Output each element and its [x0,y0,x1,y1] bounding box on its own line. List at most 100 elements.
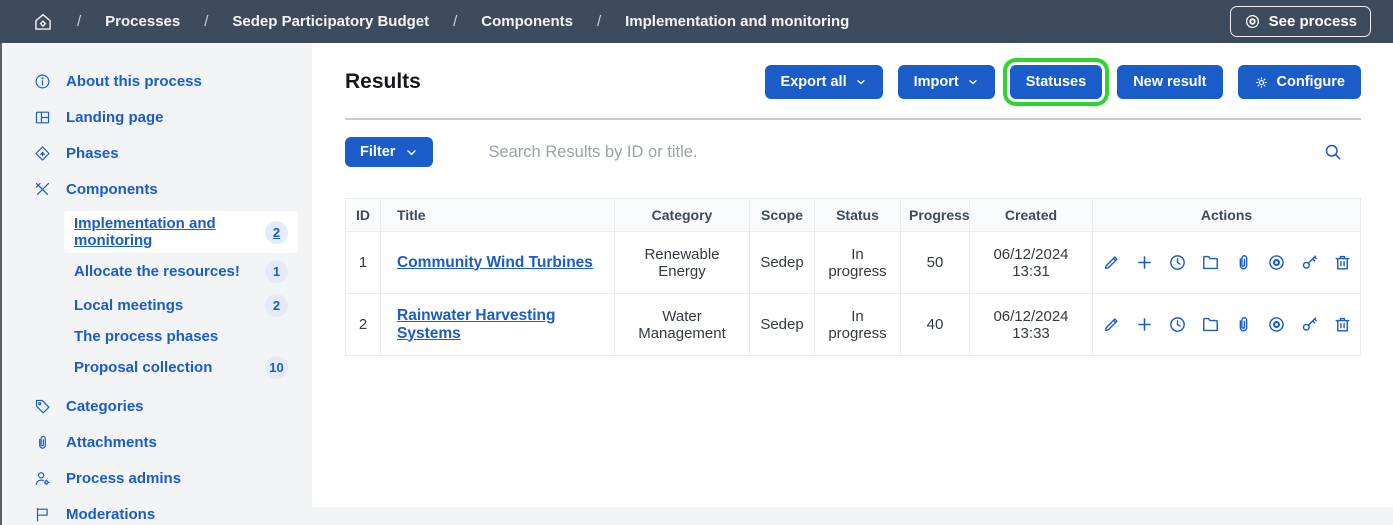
breadcrumb-components[interactable]: Components [481,13,573,30]
sidebar-item-about[interactable]: About this process [34,65,298,98]
breadcrumb-separator: / [77,13,81,30]
subitem-label: Implementation and monitoring [74,215,265,249]
cell-created: 06/12/2024 13:31 [970,232,1093,294]
count-badge: 2 [265,221,288,244]
attachments-icon[interactable] [1234,253,1253,272]
history-clock-icon[interactable] [1168,315,1187,334]
sidebar-item-components[interactable]: Components [34,173,298,206]
count-badge: 1 [265,260,288,283]
cell-id: 2 [346,294,381,356]
breadcrumb-separator: / [453,13,457,30]
results-table: ID Title Category Scope Status Progress … [345,198,1361,356]
column-header-title: Title [381,199,615,232]
sidebar-item-moderations[interactable]: Moderations [34,498,298,525]
filter-button[interactable]: Filter [345,137,433,167]
result-title-link[interactable]: Community Wind Turbines [397,254,593,271]
sidebar-item-label: Phases [66,145,119,162]
edit-icon[interactable] [1102,315,1121,334]
preview-eye-icon[interactable] [1267,253,1286,272]
sidebar-item-landing-page[interactable]: Landing page [34,101,298,134]
cell-progress: 50 [901,232,970,294]
permissions-key-icon[interactable] [1300,253,1319,272]
table-row: 1 Community Wind Turbines Renewable Ener… [346,232,1361,294]
sidebar-subitem-implementation-and-monitoring[interactable]: Implementation and monitoring 2 [64,211,298,253]
delete-trash-icon[interactable] [1333,253,1352,272]
cell-category: Water Management [615,294,750,356]
subitem-label: The process phases [74,328,218,345]
add-icon[interactable] [1135,315,1154,334]
layout-icon [34,109,52,126]
statuses-label: Statuses [1026,74,1086,90]
cell-scope: Sedep [750,232,815,294]
sidebar-item-label: Moderations [66,506,155,523]
sidebar-item-label: Attachments [66,434,157,451]
sidebar-item-process-admins[interactable]: Process admins [34,462,298,495]
cell-status: In progress [815,294,901,356]
table-row: 2 Rainwater Harvesting Systems Water Man… [346,294,1361,356]
flag-icon [34,506,52,523]
components-subitems: Implementation and monitoring 2 Allocate… [34,209,298,390]
sidebar-item-attachments[interactable]: Attachments [34,426,298,459]
sidebar-subitem-local-meetings[interactable]: Local meetings 2 [64,290,298,321]
search-icon[interactable] [1323,142,1343,162]
cell-category: Renewable Energy [615,232,750,294]
sidebar-subitem-allocate-the-resources[interactable]: Allocate the resources! 1 [64,256,298,287]
permissions-key-icon[interactable] [1300,315,1319,334]
column-header-actions: Actions [1093,199,1361,232]
preview-eye-icon[interactable] [1267,315,1286,334]
main-panel: Results Export all Import [312,43,1393,507]
sidebar-item-label: Landing page [66,109,164,126]
breadcrumb-current-component[interactable]: Implementation and monitoring [625,13,849,30]
gear-icon [1254,75,1269,90]
cell-progress: 40 [901,294,970,356]
add-icon[interactable] [1135,253,1154,272]
tag-icon [34,398,52,415]
sidebar-item-phases[interactable]: Phases [34,137,298,170]
chevron-down-icon [405,146,418,159]
topbar: / Processes / Sedep Participatory Budget… [0,0,1393,43]
row-actions [1101,315,1352,334]
sidebar-subitem-proposal-collection[interactable]: Proposal collection 10 [64,352,298,383]
chevron-down-icon [855,76,867,88]
cell-status: In progress [815,232,901,294]
home-gear-icon[interactable] [33,12,53,32]
count-badge: 2 [265,294,288,317]
result-title-link[interactable]: Rainwater Harvesting Systems [397,307,556,342]
export-all-button[interactable]: Export all [765,65,883,99]
user-gear-icon [34,470,52,487]
phases-route-icon [34,145,52,162]
page: / Processes / Sedep Participatory Budget… [0,0,1393,525]
column-header-progress: Progress [901,199,970,232]
breadcrumb-separator: / [204,13,208,30]
import-label: Import [914,74,959,90]
breadcrumb-separator: / [597,13,601,30]
history-clock-icon[interactable] [1168,253,1187,272]
sidebar-subitem-the-process-phases[interactable]: The process phases [64,324,298,349]
delete-trash-icon[interactable] [1333,315,1352,334]
sidebar-item-categories[interactable]: Categories [34,390,298,423]
subitem-label: Allocate the resources! [74,263,240,280]
import-button[interactable]: Import [898,65,995,99]
count-badge: 10 [265,356,288,379]
export-all-label: Export all [781,74,847,90]
new-result-button[interactable]: New result [1117,65,1222,99]
folder-icon[interactable] [1201,315,1220,334]
section-divider [345,118,1361,120]
filter-label: Filter [360,144,395,160]
breadcrumb-processes[interactable]: Processes [105,13,180,30]
edit-icon[interactable] [1102,253,1121,272]
filter-row: Filter [345,137,1361,167]
sidebar-item-label: Process admins [66,470,181,487]
configure-button[interactable]: Configure [1238,65,1361,99]
window-left-edge [0,43,2,525]
search-input[interactable] [488,143,1323,162]
column-header-category: Category [615,199,750,232]
see-process-button[interactable]: See process [1230,6,1371,37]
page-title: Results [345,70,421,94]
attachments-icon[interactable] [1234,315,1253,334]
statuses-button[interactable]: Statuses [1010,65,1102,99]
folder-icon[interactable] [1201,253,1220,272]
sidebar-item-label: About this process [66,73,202,90]
breadcrumb-process-name[interactable]: Sedep Participatory Budget [232,13,429,30]
column-header-id: ID [346,199,381,232]
